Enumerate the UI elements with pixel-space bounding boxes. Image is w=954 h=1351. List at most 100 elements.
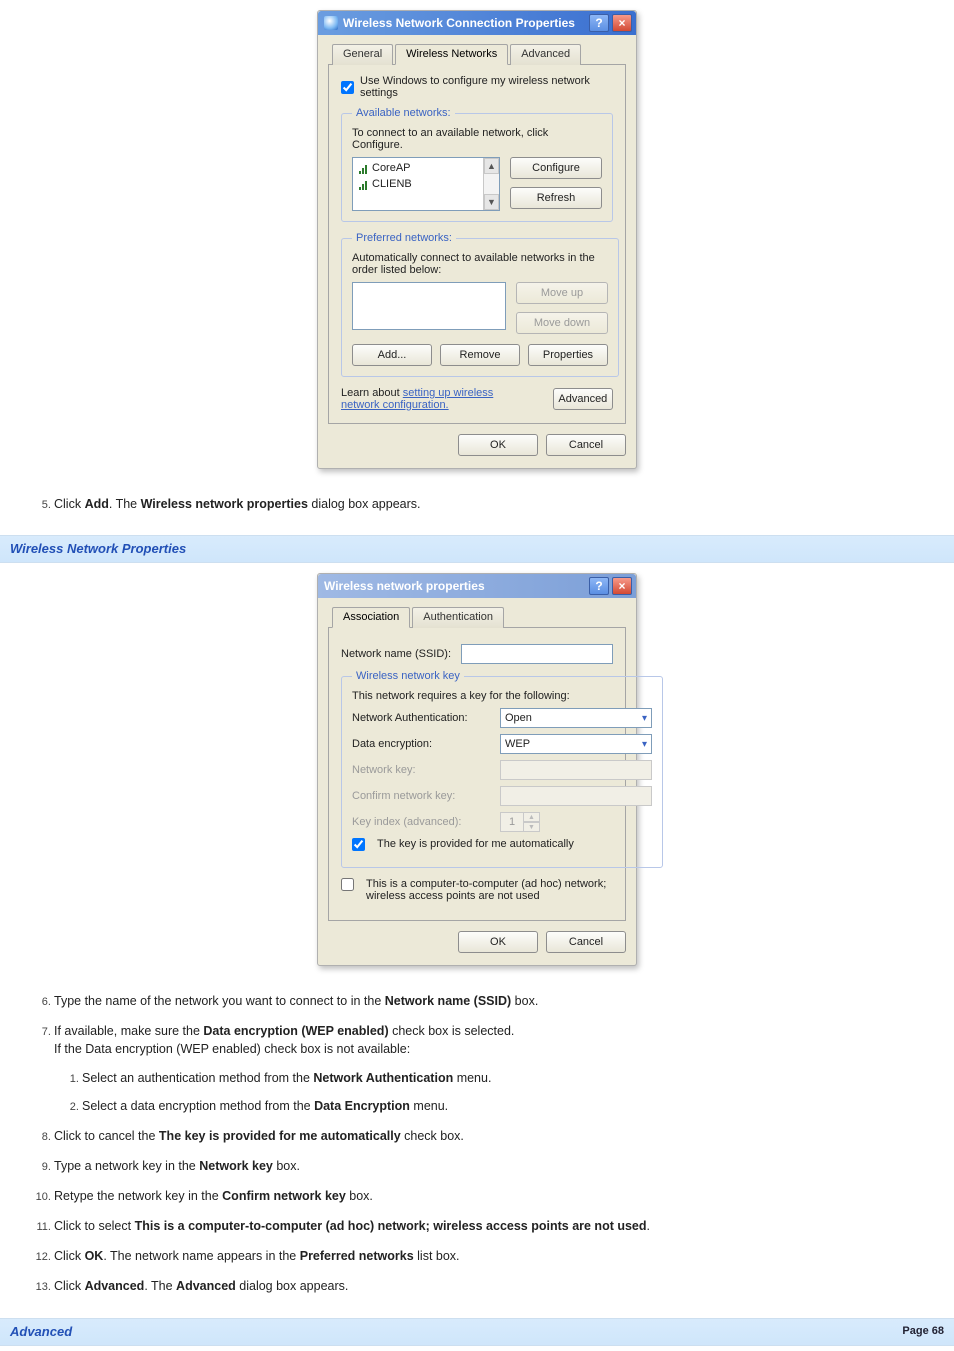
step-11: Click to select This is a computer-to-co… <box>54 1217 938 1235</box>
use-windows-checkbox[interactable] <box>341 81 354 94</box>
advanced-button[interactable]: Advanced <box>553 388 613 410</box>
step-down-icon: ▼ <box>524 822 540 832</box>
text: dialog box appears. <box>308 497 421 511</box>
auto-key-checkbox[interactable] <box>352 838 365 851</box>
text: menu. <box>453 1071 491 1085</box>
preferred-networks-legend: Preferred networks: <box>352 232 456 244</box>
adhoc-label: This is a computer-to-computer (ad hoc) … <box>366 878 613 902</box>
bold: Confirm network key <box>222 1189 346 1203</box>
bold: Wireless network properties <box>141 497 308 511</box>
confirm-key-label: Confirm network key: <box>352 790 492 802</box>
step-5: Click Add. The Wireless network properti… <box>54 495 938 513</box>
figure-network-properties: Wireless network properties ? × Associat… <box>16 573 938 966</box>
close-button[interactable]: × <box>612 577 632 595</box>
signal-icon <box>357 163 368 174</box>
wireless-network-key-legend: Wireless network key <box>352 670 464 682</box>
help-button[interactable]: ? <box>589 14 609 32</box>
key-index-value <box>500 812 524 832</box>
refresh-button[interactable]: Refresh <box>510 187 602 209</box>
ok-button[interactable]: OK <box>458 434 538 456</box>
add-button[interactable]: Add... <box>352 344 432 366</box>
key-hint: This network requires a key for the foll… <box>352 690 652 702</box>
key-index-stepper: ▲▼ <box>500 812 540 832</box>
list-item[interactable]: CLIENB <box>357 176 479 192</box>
properties-button[interactable]: Properties <box>528 344 608 366</box>
text: If the Data encryption (WEP enabled) che… <box>54 1042 410 1056</box>
adhoc-checkbox[interactable] <box>341 878 354 891</box>
configure-button[interactable]: Configure <box>510 157 602 179</box>
help-button[interactable]: ? <box>589 577 609 595</box>
text: menu. <box>410 1099 448 1113</box>
bold: Data Encryption <box>314 1099 410 1113</box>
move-up-button: Move up <box>516 282 608 304</box>
learn-about-row: Learn about setting up wireless network … <box>341 387 613 411</box>
network-authentication-select[interactable]: Open ▾ <box>500 708 652 728</box>
data-encryption-select[interactable]: WEP ▾ <box>500 734 652 754</box>
section-heading-advanced: Advanced Page 68 <box>0 1318 954 1346</box>
tab-general[interactable]: General <box>332 44 393 65</box>
dlg2-title: Wireless network properties <box>324 579 586 593</box>
available-networks-list[interactable]: CoreAP CLIENB ▲ <box>352 157 500 211</box>
text: list box. <box>414 1249 460 1263</box>
learn-prefix: Learn about <box>341 387 403 399</box>
available-networks-hint: To connect to an available network, clic… <box>352 127 602 151</box>
auto-key-label: The key is provided for me automatically <box>377 838 574 850</box>
tab-authentication[interactable]: Authentication <box>412 607 504 628</box>
network-key-label: Network key: <box>352 764 492 776</box>
list-item[interactable]: CoreAP <box>357 160 479 176</box>
tab-association[interactable]: Association <box>332 607 410 628</box>
text: If available, make sure the <box>54 1024 203 1038</box>
text: dialog box appears. <box>236 1279 349 1293</box>
text: . The network name appears in the <box>103 1249 299 1263</box>
chevron-down-icon: ▾ <box>642 739 647 750</box>
network-name: CoreAP <box>372 162 411 174</box>
step-9: Type a network key in the Network key bo… <box>54 1157 938 1175</box>
bold: Network name (SSID) <box>385 994 511 1008</box>
scroll-up-icon[interactable]: ▲ <box>484 158 499 174</box>
figure-connection-properties: Wireless Network Connection Properties ?… <box>16 10 938 469</box>
text: box. <box>273 1159 300 1173</box>
text: check box is selected. <box>389 1024 515 1038</box>
text: Type the name of the network you want to… <box>54 994 385 1008</box>
text: Type a network key in the <box>54 1159 199 1173</box>
step-7-1: Select an authentication method from the… <box>82 1069 938 1087</box>
ok-button[interactable]: OK <box>458 931 538 953</box>
dlg1-titlebar: Wireless Network Connection Properties ?… <box>318 11 636 35</box>
step-8: Click to cancel the The key is provided … <box>54 1127 938 1145</box>
select-value: WEP <box>505 738 530 750</box>
section-heading-wireless-network-properties: Wireless Network Properties <box>0 535 954 563</box>
step-13: Click Advanced. The Advanced dialog box … <box>54 1277 938 1295</box>
ssid-label: Network name (SSID): <box>341 648 453 660</box>
step-up-icon: ▲ <box>524 812 540 822</box>
bold: OK <box>85 1249 104 1263</box>
remove-button[interactable]: Remove <box>440 344 520 366</box>
available-networks-group: Available networks: To connect to an ava… <box>341 107 613 222</box>
key-index-label: Key index (advanced): <box>352 816 492 828</box>
ssid-input[interactable] <box>461 644 613 664</box>
dlg1-tabs: General Wireless Networks Advanced <box>328 43 626 65</box>
cancel-button[interactable]: Cancel <box>546 931 626 953</box>
bold: Network key <box>199 1159 273 1173</box>
network-key-input <box>500 760 652 780</box>
data-encryption-label: Data encryption: <box>352 738 492 750</box>
bold: The key is provided for me automatically <box>159 1129 401 1143</box>
close-button[interactable]: × <box>612 14 632 32</box>
text: Click <box>54 1249 85 1263</box>
bold: This is a computer-to-computer (ad hoc) … <box>135 1219 647 1233</box>
cancel-button[interactable]: Cancel <box>546 434 626 456</box>
preferred-networks-hint: Automatically connect to available netwo… <box>352 252 608 276</box>
bold: Network Authentication <box>313 1071 453 1085</box>
text: Select an authentication method from the <box>82 1071 313 1085</box>
text: . <box>647 1219 650 1233</box>
dlg2-tabs: Association Authentication <box>328 606 626 628</box>
text: Select a data encryption method from the <box>82 1099 314 1113</box>
text: Click <box>54 1279 85 1293</box>
wireless-network-key-group: Wireless network key This network requir… <box>341 670 663 868</box>
preferred-networks-list[interactable] <box>352 282 506 330</box>
scrollbar[interactable]: ▲ ▼ <box>483 158 499 210</box>
tab-wireless-networks[interactable]: Wireless Networks <box>395 44 508 65</box>
scroll-down-icon[interactable]: ▼ <box>484 194 499 210</box>
tab-advanced[interactable]: Advanced <box>510 44 581 65</box>
dlg1-title: Wireless Network Connection Properties <box>343 16 586 30</box>
step-10: Retype the network key in the Confirm ne… <box>54 1187 938 1205</box>
